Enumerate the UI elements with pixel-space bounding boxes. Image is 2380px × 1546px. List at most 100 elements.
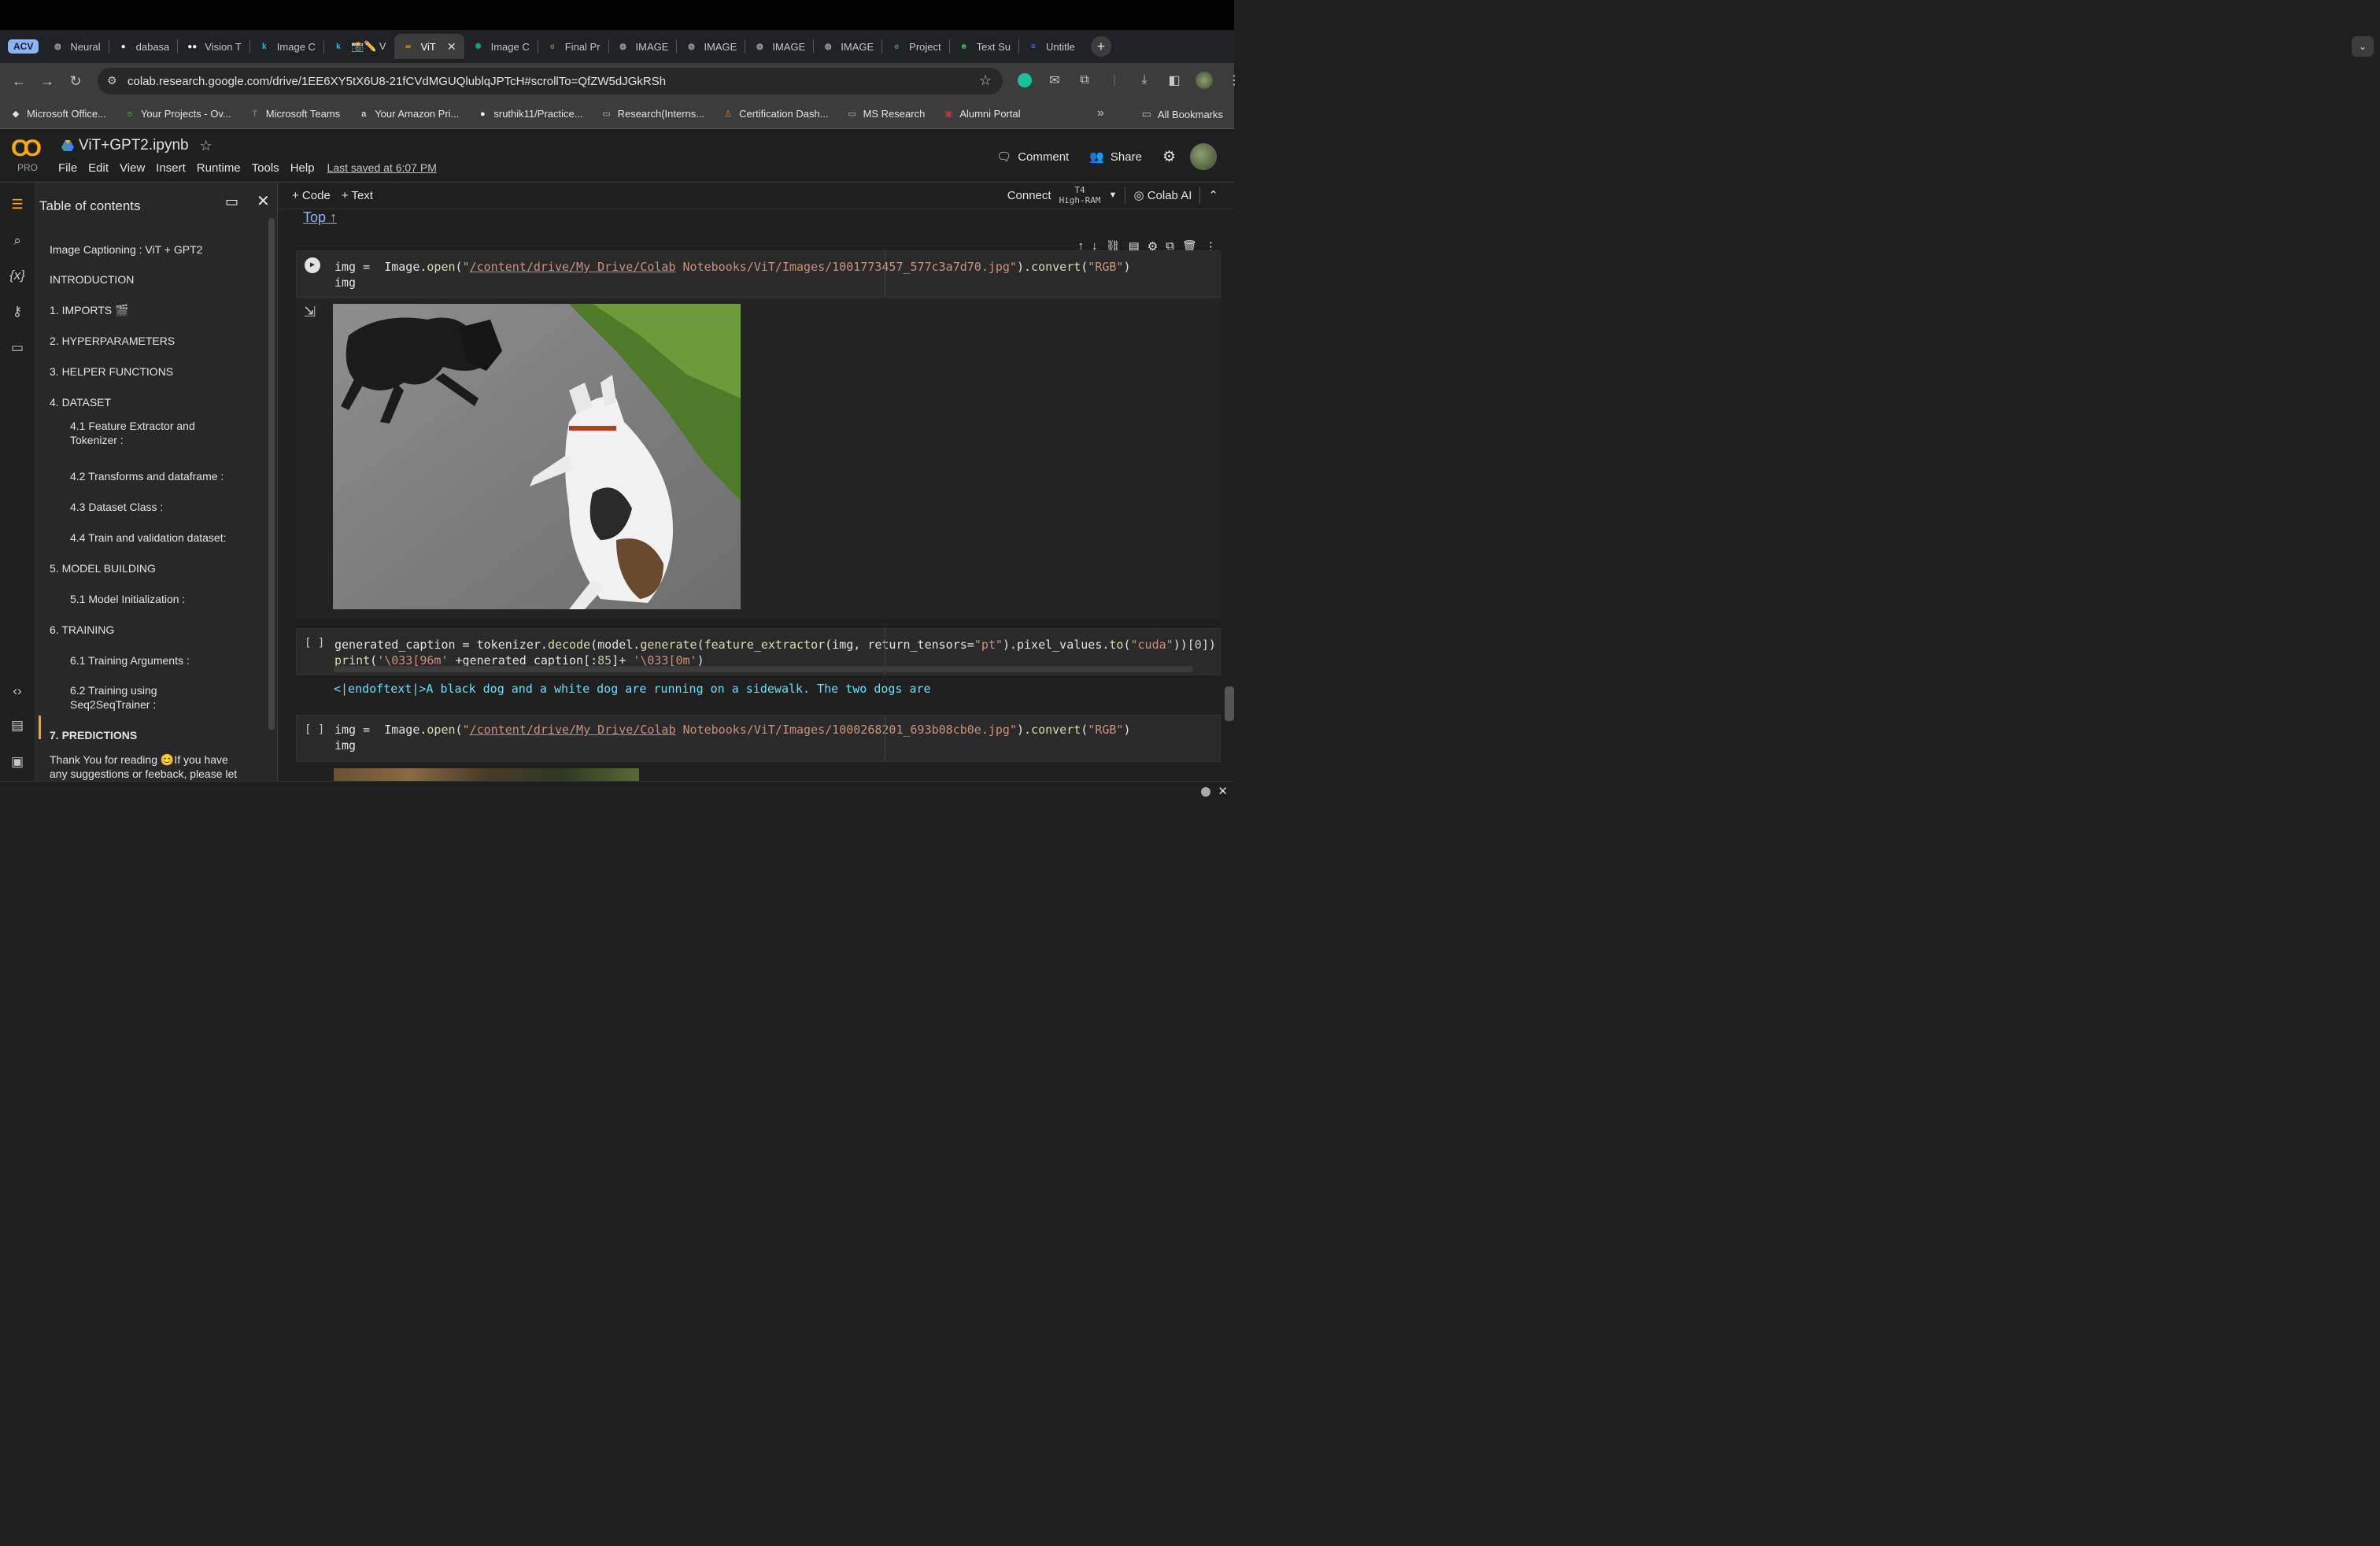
profile-avatar[interactable] [1195, 71, 1214, 90]
terminal-icon[interactable]: ▣ [6, 751, 28, 773]
tab-group-acv[interactable]: ACV [8, 39, 39, 54]
code-horizontal-scrollbar[interactable] [334, 666, 1193, 672]
back-button[interactable]: ← [5, 73, 33, 90]
runtime-type[interactable]: T4 High-RAM [1059, 185, 1101, 205]
last-saved-link[interactable]: Last saved at 6:07 PM [327, 161, 437, 175]
add-text-button[interactable]: + Text [342, 189, 373, 202]
toc-item[interactable]: INTRODUCTION [50, 272, 246, 287]
runtime-dropdown-icon[interactable]: ▼ [1109, 190, 1118, 200]
new-tab-button[interactable]: + [1090, 36, 1111, 57]
open-in-tab-icon[interactable]: ▭ [225, 194, 238, 210]
toc-item[interactable]: 6.2 Training using Seq2SeqTrainer : [70, 683, 227, 712]
secrets-key-icon[interactable]: ⚷ [6, 301, 28, 323]
comment-button[interactable]: 🗨 Comment [990, 146, 1075, 167]
browser-tab[interactable]: k 📸✏️ V [324, 34, 394, 59]
top-link[interactable]: Top ↑ [303, 209, 337, 226]
table-of-contents-icon[interactable]: ☰ [6, 194, 28, 216]
close-tab-icon[interactable]: ✕ [447, 40, 456, 54]
notebook-scrollbar[interactable] [1225, 686, 1234, 721]
files-folder-icon[interactable]: ▭ [6, 337, 28, 359]
browser-tab[interactable]: ☻ Text Su [950, 34, 1018, 59]
bookmark-item[interactable]: ▭ Research(Interns... [601, 108, 704, 120]
toc-item[interactable]: 4.3 Dataset Class : [70, 500, 227, 514]
colab-logo[interactable]: CO PRO [11, 137, 46, 176]
download-icon[interactable]: ⤓ [1135, 71, 1154, 90]
browser-tab[interactable]: ●● Vision T [178, 34, 249, 59]
toc-item[interactable]: 4.1 Feature Extractor and Tokenizer : [70, 419, 227, 447]
bookmark-item[interactable]: ▭ MS Research [846, 108, 925, 120]
toc-item[interactable]: 3. HELPER FUNCTIONS [50, 364, 246, 379]
menu-tools[interactable]: Tools [252, 161, 279, 175]
toc-item[interactable]: 6.1 Training Arguments : [70, 653, 227, 668]
code-snippets-icon[interactable]: ‹› [6, 680, 28, 702]
toc-item[interactable]: 4.2 Transforms and dataframe : [70, 469, 227, 483]
execution-count[interactable]: [ ] [305, 722, 324, 738]
menu-runtime[interactable]: Runtime [197, 161, 241, 175]
command-palette-icon[interactable]: ▤ [6, 715, 28, 737]
bookmark-star-icon[interactable]: ☆ [979, 72, 992, 89]
menu-view[interactable]: View [120, 161, 145, 175]
toc-scrollbar[interactable] [268, 218, 275, 730]
mail-icon[interactable]: ✉ [1045, 71, 1064, 90]
toc-item[interactable]: Image Captioning : ViT + GPT2 [50, 242, 246, 257]
toc-item[interactable]: 4. DATASET [50, 395, 246, 409]
tab-search-button[interactable]: ⌄ [2352, 36, 2374, 57]
status-close-icon[interactable]: ✕ [1218, 784, 1228, 798]
toc-item[interactable]: 5. MODEL BUILDING [50, 561, 246, 575]
close-icon[interactable]: ✕ [257, 191, 270, 211]
reload-button[interactable]: ↻ [61, 73, 90, 90]
browser-menu-icon[interactable]: ⋮ [1225, 71, 1244, 90]
menu-edit[interactable]: Edit [88, 161, 109, 175]
side-panel-icon[interactable]: ◧ [1165, 71, 1184, 90]
menu-insert[interactable]: Insert [156, 161, 186, 175]
toc-item[interactable]: 4.4 Train and validation dataset: [70, 531, 227, 545]
favorite-star-icon[interactable]: ☆ [200, 138, 213, 154]
bookmark-item[interactable]: ● sruthik11/Practice... [476, 108, 583, 120]
bookmark-item[interactable]: a Your Amazon Pri... [357, 108, 459, 120]
browser-tab[interactable]: k Image C [250, 34, 323, 59]
variables-icon[interactable]: {x} [6, 264, 28, 287]
code-cell-3[interactable]: [ ] img = Image.open("/content/drive/My … [296, 715, 1221, 762]
bookmark-item[interactable]: ▣ Alumni Portal [942, 108, 1021, 120]
browser-tab[interactable]: ∞ ViT ✕ [394, 34, 464, 59]
forward-button[interactable]: → [33, 73, 61, 90]
toc-item[interactable]: Thank You for reading 😊If you have any s… [50, 753, 246, 781]
share-button[interactable]: 👥 Share [1083, 146, 1148, 167]
menu-help[interactable]: Help [290, 161, 315, 175]
browser-tab[interactable]: ≡ Untitle [1019, 34, 1083, 59]
browser-tab[interactable]: ϭ Project [882, 34, 948, 59]
address-bar[interactable]: ⚙ colab.research.google.com/drive/1EE6XY… [98, 68, 1003, 94]
settings-gear-icon[interactable]: ⚙ [1156, 145, 1182, 169]
browser-tab[interactable]: ◍ IMAGE [677, 34, 745, 59]
site-settings-icon[interactable]: ⚙ [107, 74, 117, 87]
colab-ai-button[interactable]: ◎ Colab AI [1133, 188, 1192, 202]
add-code-button[interactable]: + Code [292, 189, 331, 202]
output-actions-icon[interactable]: ⇲ [304, 304, 316, 320]
all-bookmarks-button[interactable]: ▭ All Bookmarks [1142, 108, 1223, 120]
browser-tab[interactable]: ● dabasa [109, 34, 178, 59]
collapse-chevron-icon[interactable]: ⌃ [1208, 188, 1218, 202]
browser-tab[interactable]: ✺ Image C [464, 34, 538, 59]
toc-item[interactable]: 1. IMPORTS 🎬 [50, 303, 246, 317]
browser-tab[interactable]: ϭ Final Pr [538, 34, 608, 59]
browser-tab[interactable]: ◍ IMAGE [745, 34, 813, 59]
toc-item[interactable]: 5.1 Model Initialization : [70, 592, 227, 606]
toc-item[interactable]: 7. PREDICTIONS [50, 728, 246, 742]
execution-count[interactable]: [ ] [305, 635, 324, 651]
run-cell-button[interactable]: ▶ [305, 257, 320, 273]
search-icon[interactable]: ⌕ [6, 230, 28, 252]
more-bookmarks-button[interactable]: » [1097, 106, 1104, 120]
bookmark-item[interactable]: ϭ Your Projects - Ov... [124, 108, 231, 120]
connect-button[interactable]: Connect [1007, 189, 1051, 202]
browser-tab[interactable]: ◍ Neural [43, 34, 108, 59]
menu-file[interactable]: File [58, 161, 77, 175]
bookmark-item[interactable]: T Microsoft Teams [249, 108, 340, 120]
browser-tab[interactable]: ◍ IMAGE [609, 34, 677, 59]
toc-item[interactable]: 6. TRAINING [50, 623, 246, 637]
toc-item[interactable]: 2. HYPERPARAMETERS [50, 334, 246, 348]
code-cell-1[interactable]: ▶ img = Image.open("/content/drive/My Dr… [296, 250, 1221, 298]
bookmark-item[interactable]: ◆ Microsoft Office... [9, 108, 106, 120]
extensions-icon[interactable]: ⧉ [1075, 71, 1094, 90]
bookmark-item[interactable]: ♙ Certification Dash... [722, 108, 828, 120]
google-drive-icon[interactable] [61, 140, 74, 151]
